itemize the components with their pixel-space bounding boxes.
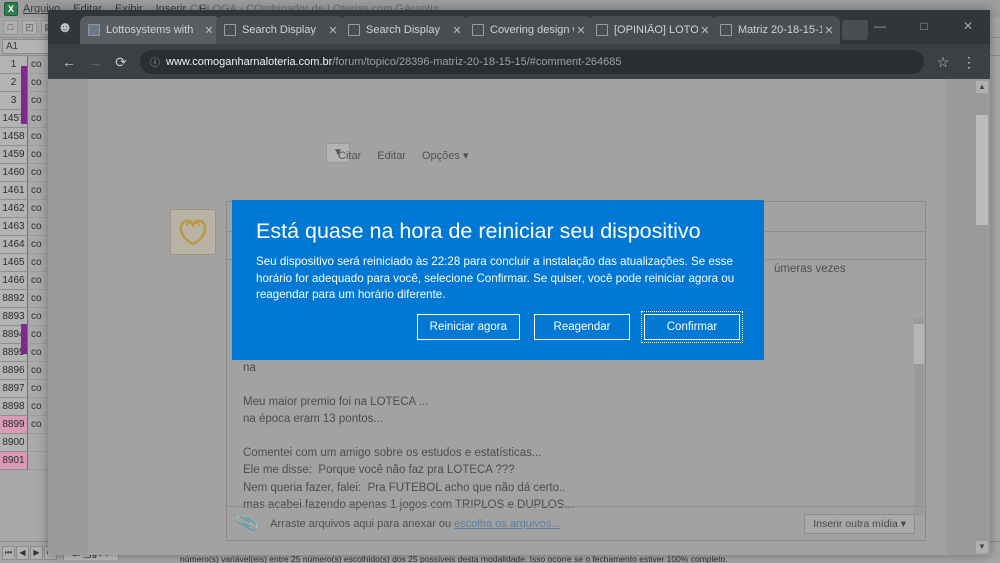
forward-icon[interactable]: → [82, 49, 108, 75]
address-bar[interactable]: ⓘ www.comoganharnaloteria.com.br/forum/t… [140, 49, 924, 74]
row-header[interactable]: 1458 [0, 128, 28, 146]
browser-tab[interactable]: Lottosystems with ✕ [80, 16, 220, 44]
insert-media-button[interactable]: Inserir outra mídia ▾ [804, 513, 915, 534]
tab-close-icon[interactable]: ✕ [450, 24, 464, 37]
swan-heart-icon [179, 219, 207, 246]
restart-now-button[interactable]: Reiniciar agora [416, 314, 520, 340]
row-header[interactable]: 8899 [0, 416, 28, 434]
tab-close-icon[interactable]: ✕ [574, 24, 588, 37]
page-favicon [472, 24, 484, 36]
dialog-buttons: Reiniciar agora Reagendar Confirmar [416, 311, 743, 343]
tab-title: Search Display [242, 24, 316, 36]
post-line: na [243, 361, 256, 374]
row-header[interactable]: 1463 [0, 218, 28, 236]
scroll-up-icon[interactable]: ▲ [976, 81, 988, 93]
row-header[interactable]: 8892 [0, 290, 28, 308]
row-header[interactable]: 8897 [0, 380, 28, 398]
browser-tab[interactable]: Search Display ✕ [216, 16, 344, 44]
post-line: Meu maior premio foi na LOTECA ... [243, 395, 429, 408]
quote-action[interactable]: Citar [338, 150, 361, 162]
info-circle-icon[interactable]: ⓘ [150, 54, 160, 69]
reschedule-button[interactable]: Reagendar [534, 314, 630, 340]
tab-title: [OPINIÃO] LOTOFÁ [614, 24, 698, 36]
window-controls: — □ ✕ [852, 10, 990, 42]
page-favicon [348, 24, 360, 36]
choose-files-link[interactable]: escolha os arquivos... [454, 518, 560, 530]
row-header[interactable]: 8896 [0, 362, 28, 380]
tab-close-icon[interactable]: ✕ [698, 24, 712, 37]
site-favicon [88, 24, 100, 36]
url-path: /forum/topico/28396-matriz-20-18-15-15/#… [332, 55, 622, 68]
prev-sheet-icon[interactable]: ◀ [16, 545, 29, 560]
row-header[interactable]: 1460 [0, 164, 28, 182]
page-favicon [596, 24, 608, 36]
reload-icon[interactable]: ⟳ [108, 49, 134, 75]
selection-marker-bottom [21, 324, 27, 354]
tab-close-icon[interactable]: ✕ [822, 24, 836, 37]
page-scrollbar-thumb[interactable] [976, 115, 988, 225]
row-header[interactable]: 1462 [0, 200, 28, 218]
editor-scrollbar-thumb[interactable] [914, 324, 924, 364]
scroll-down-icon[interactable]: ▼ [976, 541, 988, 553]
row-header[interactable]: 1459 [0, 146, 28, 164]
confirm-button[interactable]: Confirmar [641, 311, 743, 343]
dialog-body-text: Seu dispositivo será reiniciado às 22:28… [256, 255, 735, 301]
address-bar-url: www.comoganharnaloteria.com.br/forum/top… [166, 56, 622, 68]
back-icon[interactable]: ← [56, 49, 82, 75]
maximize-button[interactable]: □ [902, 11, 946, 41]
first-sheet-icon[interactable]: ⏮ [2, 545, 15, 560]
row-header[interactable]: 8898 [0, 398, 28, 416]
minimize-button[interactable]: — [858, 11, 902, 41]
tab-title: Matriz 20-18-15-15 [738, 24, 822, 36]
page-favicon [720, 24, 732, 36]
page-favicon [224, 24, 236, 36]
open-file-icon[interactable]: ◰ [22, 20, 37, 35]
row-header[interactable]: 8901 [0, 452, 28, 470]
excel-icon: X [4, 2, 18, 16]
browser-tab[interactable]: Search Display ✕ [340, 16, 468, 44]
star-icon[interactable]: ☆ [930, 49, 956, 75]
selection-marker-top [21, 66, 27, 124]
post-line: Ele me disse: Porque você não faz pra LO… [243, 464, 515, 477]
browser-toolbar: ← → ⟳ ⓘ www.comoganharnaloteria.com.br/f… [48, 44, 990, 79]
paperclip-icon: 📎 [234, 510, 261, 536]
row-header[interactable]: 1464 [0, 236, 28, 254]
close-button[interactable]: ✕ [946, 11, 990, 41]
screen: X Arquivo Editar Exibir Inserir F COLOGA… [0, 0, 1000, 563]
post-actions: Citar Editar Opções ▾ [338, 149, 469, 163]
attachment-hint: Arraste arquivos aqui para anexar ou [270, 517, 452, 530]
post-line: na época eram 13 pontos... [243, 413, 384, 426]
tab-strip: ☻ — □ ✕ Lottosystems with ✕ Search Display… [48, 10, 990, 44]
kebab-menu-icon[interactable]: ⋮ [956, 49, 982, 75]
new-file-icon[interactable]: □ [3, 20, 18, 35]
dialog-title: Está quase na hora de reiniciar seu disp… [256, 219, 701, 243]
tab-close-icon[interactable]: ✕ [326, 24, 340, 37]
windows-update-dialog: Está quase na hora de reiniciar seu disp… [232, 200, 764, 360]
swan-heart-avatar [170, 209, 216, 255]
attachment-row: 📎 Arraste arquivos aqui para anexar ou e… [227, 506, 925, 540]
post-line: Comentei com um amigo sobre os estudos e… [243, 447, 542, 460]
tab-title: Covering design w [490, 24, 574, 36]
post-line: Nem queria fazer, falei: Pra FUTEBOL ach… [243, 481, 566, 494]
browser-tab[interactable]: Matriz 20-18-15-15 ✕ [712, 16, 840, 44]
row-header[interactable]: 1461 [0, 182, 28, 200]
browser-tab[interactable]: [OPINIÃO] LOTOFÁ✕ [588, 16, 716, 44]
tab-title: Search Display [366, 24, 440, 36]
row-header[interactable]: 1465 [0, 254, 28, 272]
tab-close-icon[interactable]: ✕ [202, 24, 216, 37]
row-header[interactable]: 8900 [0, 434, 28, 452]
edit-action[interactable]: Editar [377, 150, 406, 162]
next-sheet-icon[interactable]: ▶ [30, 545, 43, 560]
incognito-icon: ☻ [57, 19, 73, 36]
obscured-post-fragment: úmeras vezes [774, 263, 846, 275]
url-host: www.comoganharnaloteria.com.br [166, 55, 333, 68]
browser-tab[interactable]: Covering design w ✕ [464, 16, 592, 44]
options-action[interactable]: Opções ▾ [422, 149, 469, 162]
row-header[interactable]: 1466 [0, 272, 28, 290]
tab-title: Lottosystems with [106, 24, 194, 36]
